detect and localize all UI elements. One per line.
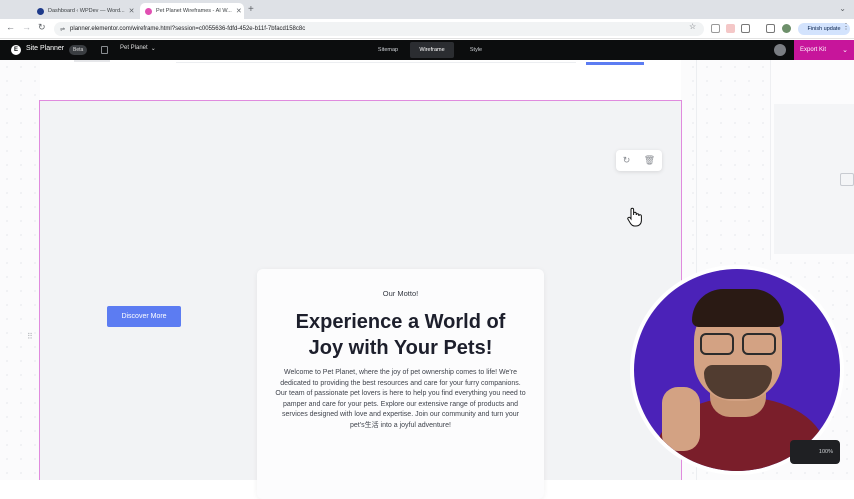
kebab-menu-icon[interactable]: ⋮ xyxy=(842,22,850,31)
close-tab-icon[interactable]: ✕ xyxy=(129,7,135,15)
tab-label: Sitemap xyxy=(377,47,399,53)
hero-section[interactable]: Our Motto! Experience a World of Joy wit… xyxy=(39,100,682,499)
app-title: Site Planner xyxy=(26,45,65,52)
headline-line: Experience a World of xyxy=(295,311,506,333)
project-selector[interactable]: Pet Planet ⌄ xyxy=(120,45,156,52)
wireframe-canvas[interactable]: Our Motto! Experience a World of Joy wit… xyxy=(0,60,854,499)
zoom-level: 100% xyxy=(818,449,833,455)
close-tab-icon[interactable]: ✕ xyxy=(236,7,242,15)
finish-update-label: Finish update xyxy=(807,26,841,32)
presenter-hand xyxy=(662,387,700,451)
site-info-icon[interactable]: ⇌ xyxy=(60,26,65,33)
cast-icon[interactable] xyxy=(766,24,775,33)
url-text: planner.elementor.com/wireframe.html?ses… xyxy=(70,26,306,32)
beta-badge: Beta xyxy=(69,45,88,55)
section-divider xyxy=(176,62,576,63)
tab-label: Wireframe xyxy=(419,47,445,53)
drag-handle-icon[interactable]: ⠿ xyxy=(27,332,33,341)
elementor-logo-icon: E xyxy=(11,45,21,55)
profile-avatar-icon[interactable] xyxy=(782,24,791,33)
previous-section[interactable] xyxy=(40,60,681,100)
chevron-down-icon: ⌄ xyxy=(842,47,848,54)
wordpress-favicon-icon xyxy=(37,7,44,15)
back-arrow-icon[interactable]: ← xyxy=(6,22,15,32)
presenter-hair xyxy=(692,289,784,327)
discover-more-button[interactable]: Discover More xyxy=(107,306,181,327)
tab-title: Pet Planet Wireframes - AI W... xyxy=(156,8,232,14)
section-divider xyxy=(74,60,110,62)
elementor-favicon-icon xyxy=(145,7,152,15)
extension-pen-icon[interactable] xyxy=(711,24,720,33)
export-kit-button[interactable]: Export Kit ⌄ xyxy=(794,40,854,60)
section-toolbar: ↻ 🗑 xyxy=(616,150,662,171)
presenter-beard xyxy=(704,365,772,399)
browser-toolbar: ← → ↻ ⇌ planner.elementor.com/wireframe.… xyxy=(0,19,854,39)
pages-icon[interactable] xyxy=(101,46,108,54)
browser-tab-pet-planet[interactable]: Pet Planet Wireframes - AI W... ✕ xyxy=(140,3,244,19)
tab-search-icon[interactable]: ⌄ xyxy=(839,4,846,13)
tab-title: Dashboard ‹ WPDev — Word... xyxy=(48,8,125,14)
app-header: E Site Planner Beta Pet Planet ⌄ Sitemap… xyxy=(0,40,854,60)
reload-icon[interactable]: ↻ xyxy=(38,22,46,33)
tab-label: Style xyxy=(469,47,483,53)
trash-icon[interactable]: 🗑 xyxy=(644,155,655,166)
presenter-glasses-left xyxy=(700,333,734,355)
user-avatar[interactable] xyxy=(774,44,786,56)
cta-label: Discover More xyxy=(121,313,167,320)
extension-icon[interactable] xyxy=(726,24,735,33)
address-bar[interactable]: ⇌ planner.elementor.com/wireframe.html?s… xyxy=(54,22,704,36)
new-tab-icon[interactable]: + xyxy=(248,4,254,15)
tab-wireframe[interactable]: Wireframe xyxy=(410,42,454,58)
browser-tab-dashboard[interactable]: Dashboard ‹ WPDev — Word... ✕ xyxy=(32,3,136,19)
export-kit-label: Export Kit xyxy=(800,47,827,53)
forward-arrow-icon[interactable]: → xyxy=(22,22,31,32)
image-icon xyxy=(840,173,854,186)
hero-body-text: Welcome to Pet Planet, where the joy of … xyxy=(275,369,526,429)
browser-tab-strip: Dashboard ‹ WPDev — Word... ✕ Pet Planet… xyxy=(0,0,854,19)
project-name: Pet Planet xyxy=(120,45,148,51)
chevron-down-icon: ⌄ xyxy=(150,46,156,52)
bookmark-star-icon[interactable]: ☆ xyxy=(689,22,696,31)
accent-bar xyxy=(586,62,644,65)
hero-headline: Experience a World of Joy with Your Pets… xyxy=(257,309,544,361)
tab-style[interactable]: Style xyxy=(462,42,490,58)
hero-card[interactable]: Our Motto! Experience a World of Joy wit… xyxy=(257,269,544,499)
extensions-puzzle-icon[interactable] xyxy=(741,24,750,33)
zoom-control[interactable]: 100% xyxy=(790,440,840,464)
presenter-glasses-right xyxy=(742,333,776,355)
hero-eyebrow: Our Motto! xyxy=(382,289,419,298)
tab-sitemap[interactable]: Sitemap xyxy=(372,42,404,58)
headline-line: Joy with Your Pets! xyxy=(308,337,493,359)
refresh-icon[interactable]: ↻ xyxy=(623,155,631,166)
hand-cursor-icon xyxy=(627,207,642,227)
